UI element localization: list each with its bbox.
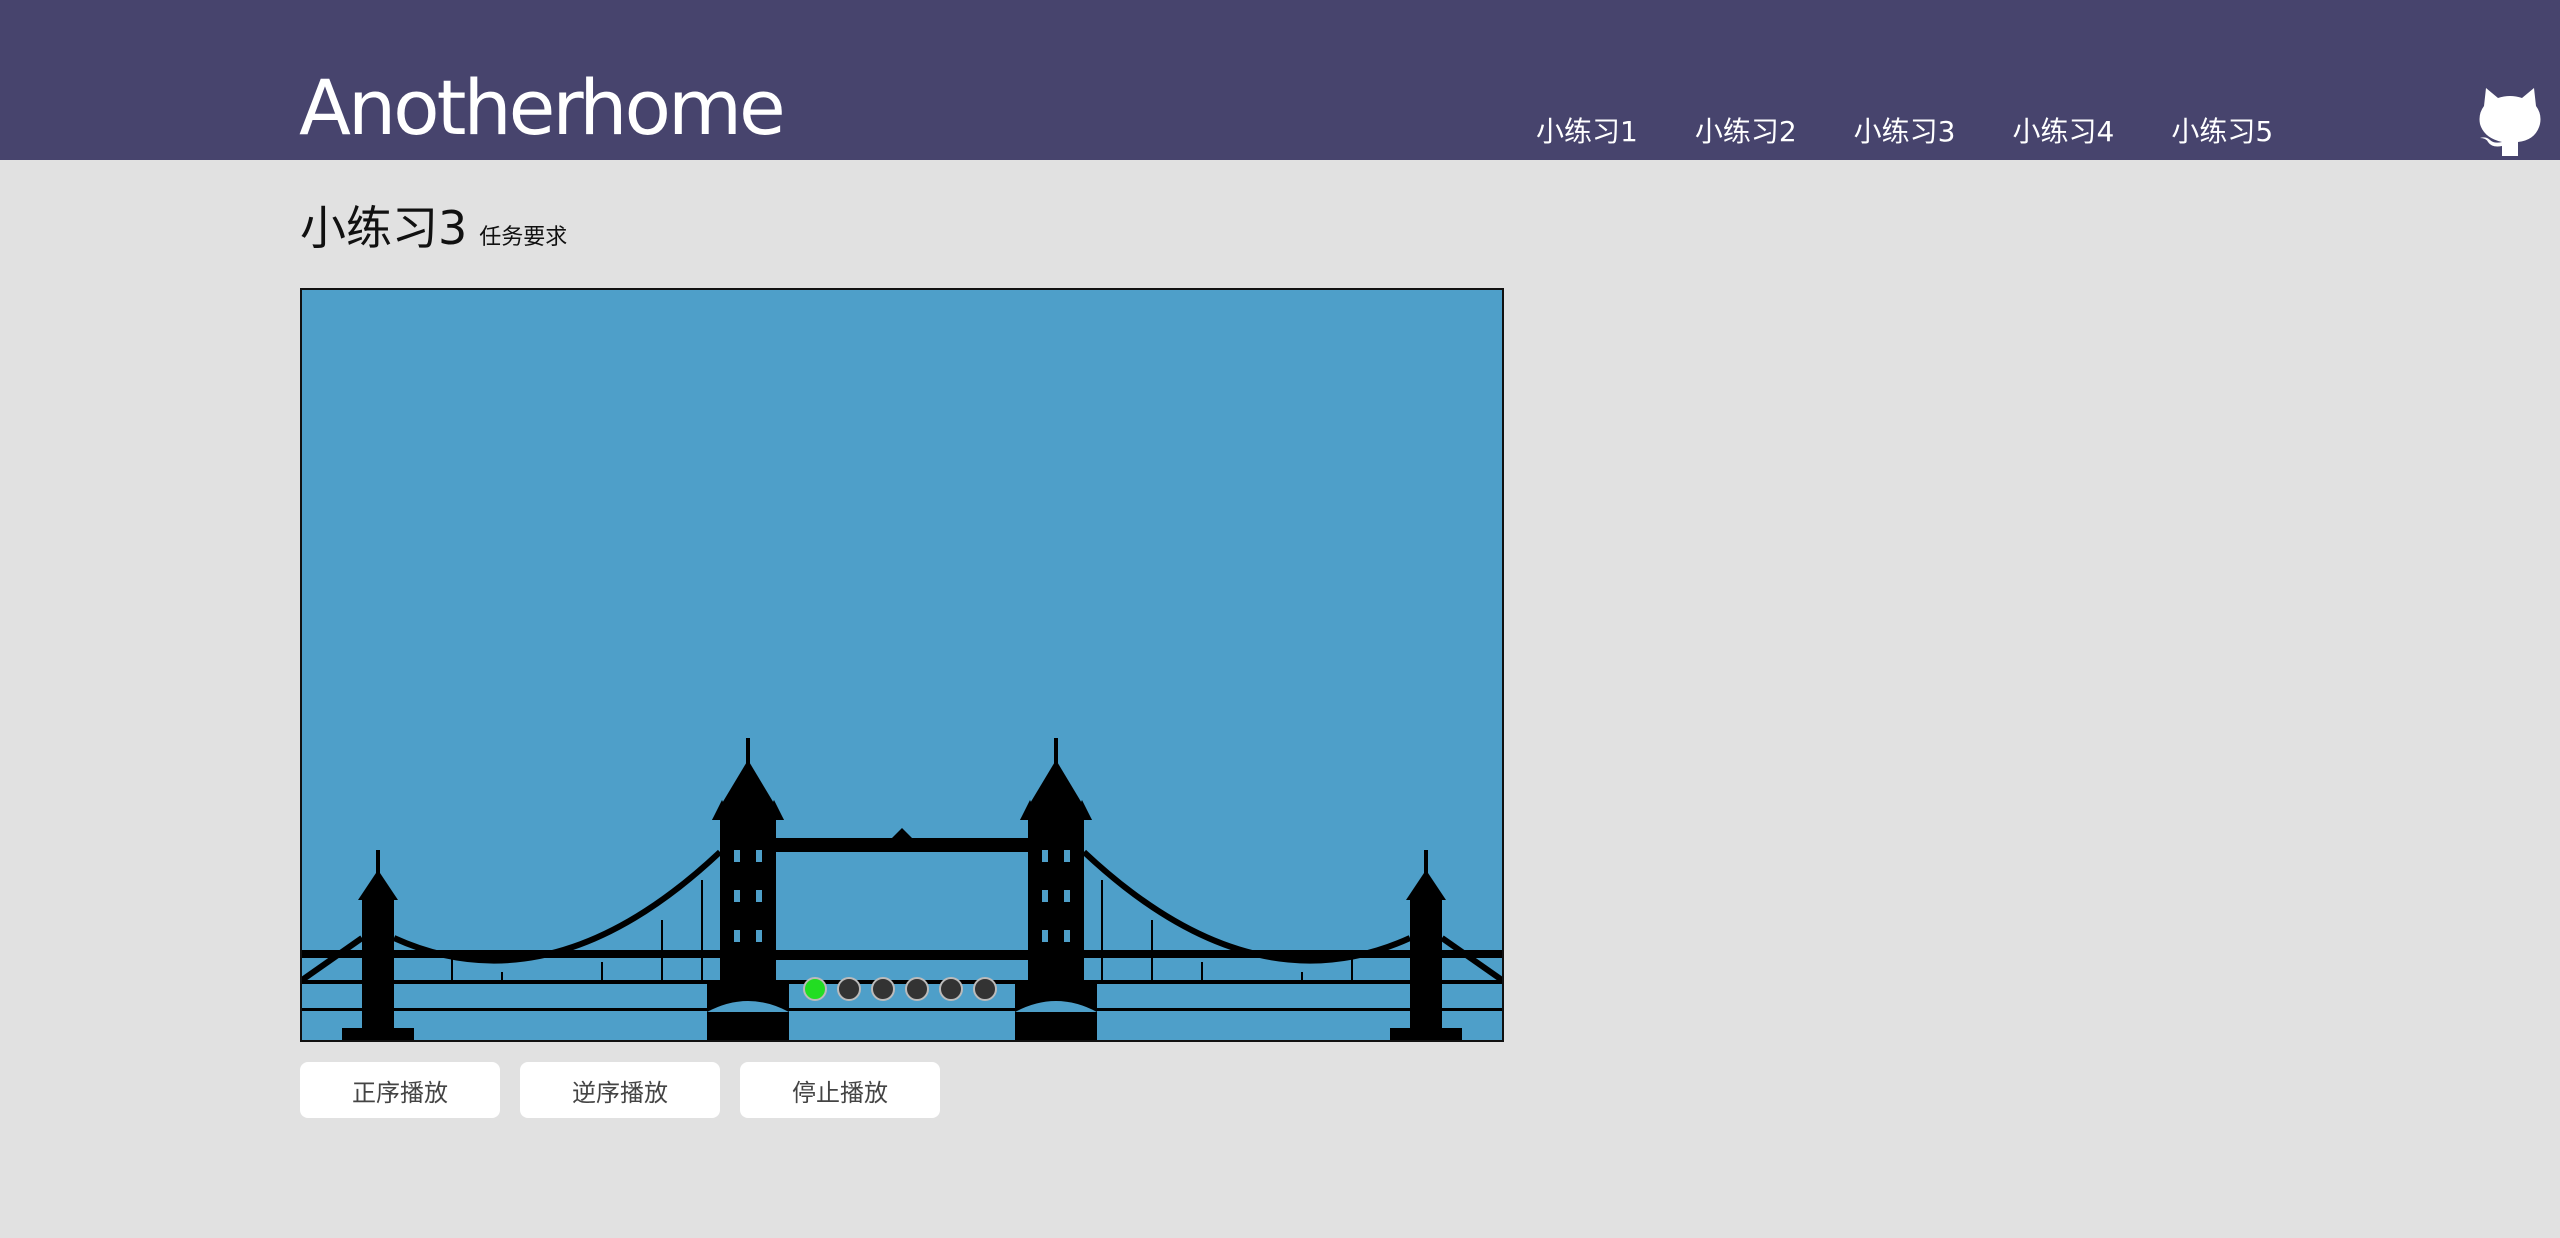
slide-dot-1[interactable] (803, 977, 827, 1001)
slide-dot-6[interactable] (973, 977, 997, 1001)
site-header: Anotherhome 小练习1 小练习2 小练习3 小练习4 小练习5 (0, 0, 2560, 160)
slide-dot-5[interactable] (939, 977, 963, 1001)
task-requirements-link[interactable]: 任务要求 (479, 219, 567, 251)
page-heading: 小练习3 任务要求 (300, 192, 567, 258)
nav-item-1[interactable]: 小练习1 (1536, 112, 1638, 152)
nav-item-4[interactable]: 小练习4 (2012, 112, 2114, 152)
nav-item-5[interactable]: 小练习5 (2171, 112, 2273, 152)
nav-item-3[interactable]: 小练习3 (1854, 112, 1956, 152)
nav-item-2[interactable]: 小练习2 (1695, 112, 1797, 152)
image-slider (300, 288, 1504, 1042)
slide-dot-4[interactable] (905, 977, 929, 1001)
slide-dot-3[interactable] (871, 977, 895, 1001)
slide-image (302, 738, 1502, 1040)
play-forward-button[interactable]: 正序播放 (300, 1062, 500, 1118)
site-logo[interactable]: Anotherhome (299, 60, 786, 156)
page-title: 小练习3 (300, 201, 468, 255)
play-reverse-button[interactable]: 逆序播放 (520, 1062, 720, 1118)
github-icon[interactable] (2478, 84, 2542, 156)
slide-dot-2[interactable] (837, 977, 861, 1001)
stop-button[interactable]: 停止播放 (740, 1062, 940, 1118)
main-nav: 小练习1 小练习2 小练习3 小练习4 小练习5 (1536, 112, 2330, 152)
playback-controls: 正序播放 逆序播放 停止播放 (300, 1062, 960, 1118)
